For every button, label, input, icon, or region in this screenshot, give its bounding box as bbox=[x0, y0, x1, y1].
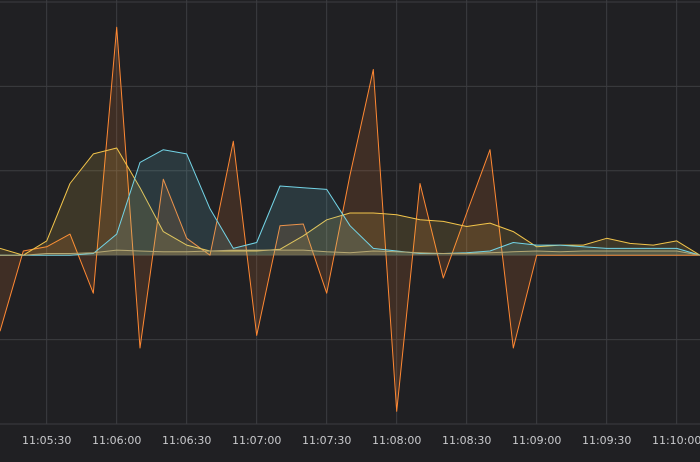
time-series-chart: 11:05:30 11:06:00 11:06:30 11:07:00 11:07:30… bbox=[0, 0, 700, 447]
x-axis: 11:05:30 11:06:00 11:06:30 11:07:00 11:07:30… bbox=[22, 434, 700, 447]
x-tick-label: 11:09:30 bbox=[582, 434, 631, 447]
x-tick-label: 11:10:00 bbox=[652, 434, 700, 447]
x-tick-label: 11:08:00 bbox=[372, 434, 421, 447]
x-tick-label: 11:08:30 bbox=[442, 434, 491, 447]
x-tick-label: 11:07:30 bbox=[302, 434, 351, 447]
x-tick-label: 11:05:30 bbox=[22, 434, 71, 447]
x-tick-label: 11:09:00 bbox=[512, 434, 561, 447]
series-layer bbox=[0, 26, 700, 412]
x-tick-label: 11:07:00 bbox=[232, 434, 281, 447]
x-tick-label: 11:06:00 bbox=[92, 434, 141, 447]
x-tick-label: 11:06:30 bbox=[162, 434, 211, 447]
